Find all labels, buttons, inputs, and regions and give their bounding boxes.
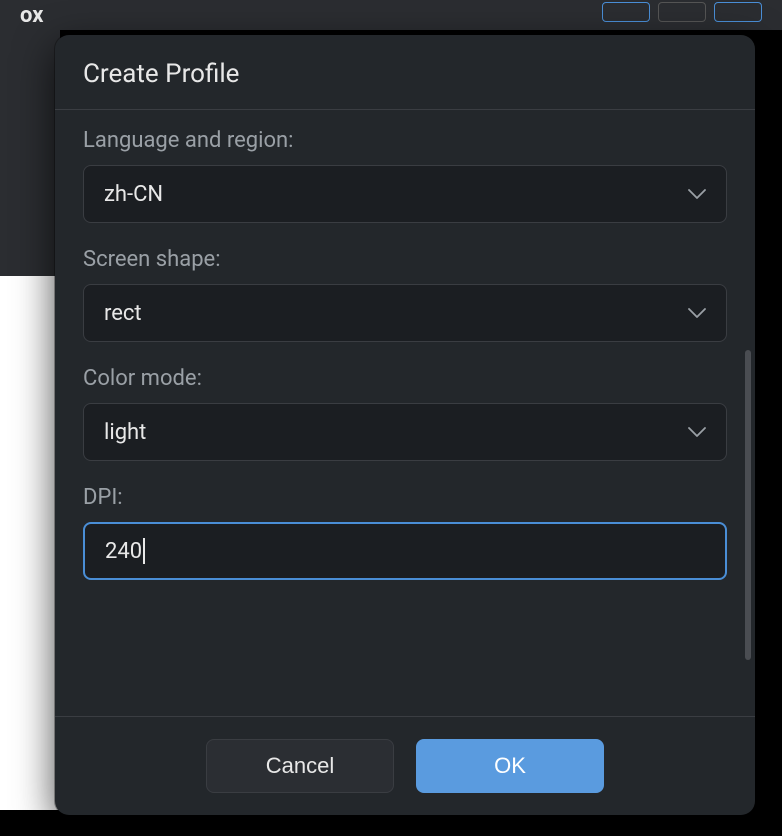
background-panel [0,30,60,810]
language-region-field: Language and region: zh-CN [83,128,727,223]
toolbar-icon[interactable] [658,2,706,22]
chevron-down-icon [688,423,706,441]
color-mode-label: Color mode: [83,366,727,391]
app-title-fragment: ox [20,3,43,28]
chevron-down-icon [688,185,706,203]
screen-shape-label: Screen shape: [83,247,727,272]
cancel-button[interactable]: Cancel [206,739,394,793]
chevron-down-icon [688,304,706,322]
toolbar-icon[interactable] [714,2,762,22]
screen-shape-select[interactable]: rect [83,284,727,342]
language-region-select[interactable]: zh-CN [83,165,727,223]
toolbar-icon[interactable] [602,2,650,22]
dialog-footer: Cancel OK [55,716,755,815]
dpi-field: DPI: 240 [83,485,727,580]
dialog-title: Create Profile [83,59,727,89]
color-mode-select[interactable]: light [83,403,727,461]
dpi-input[interactable]: 240 [83,522,727,580]
toolbar-icons-group [602,0,762,30]
screen-shape-value: rect [104,301,688,326]
dpi-value: 240 [105,539,142,564]
text-caret [143,538,145,564]
screen-shape-field: Screen shape: rect [83,247,727,342]
dialog-body: Language and region: zh-CN Screen shape:… [55,110,755,716]
dialog-header: Create Profile [55,35,755,110]
language-region-label: Language and region: [83,128,727,153]
color-mode-field: Color mode: light [83,366,727,461]
ok-button[interactable]: OK [416,739,604,793]
scrollbar-thumb[interactable] [745,350,751,660]
dpi-label: DPI: [83,485,727,510]
create-profile-dialog: Create Profile Language and region: zh-C… [55,35,755,815]
color-mode-value: light [104,420,688,445]
language-region-value: zh-CN [104,182,688,207]
